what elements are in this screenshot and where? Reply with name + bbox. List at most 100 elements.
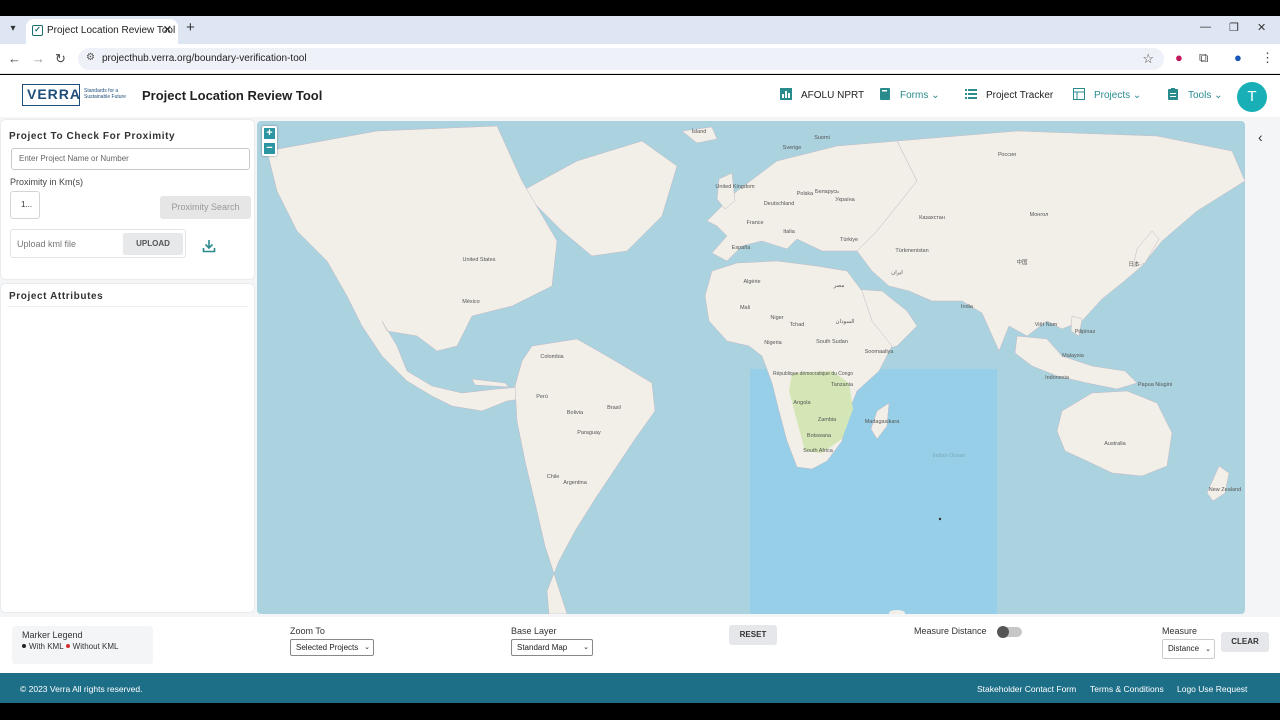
- map-label-nigeria: Nigeria: [764, 340, 782, 346]
- map-label-iceland: Ísland: [692, 128, 707, 135]
- proximity-select[interactable]: 1...: [10, 191, 40, 219]
- proximity-panel-title: Project To Check For Proximity: [9, 131, 176, 142]
- clear-button[interactable]: CLEAR: [1221, 632, 1269, 652]
- marker-legend: Marker Legend With KML Without KML: [12, 626, 153, 664]
- nav-tools[interactable]: Tools ⌄: [1167, 88, 1223, 101]
- zoom-in-button[interactable]: +: [264, 128, 275, 139]
- map-label-france: France: [746, 220, 763, 226]
- map-label-malaysia: Malaysia: [1062, 353, 1085, 359]
- map-label-ukraina: Україна: [835, 197, 855, 203]
- map-canvas[interactable]: Ísland Sverige Suomi Россия United Kingd…: [257, 121, 1245, 614]
- footer-link-stakeholder[interactable]: Stakeholder Contact Form: [977, 684, 1076, 694]
- zoom-to-value: Selected Projects: [296, 643, 359, 652]
- reload-icon[interactable]: ↻: [55, 51, 66, 67]
- map-label-png: Papua Niugini: [1138, 382, 1172, 388]
- grid-icon: [1073, 88, 1085, 100]
- map-label-brasil: Brasil: [607, 405, 621, 411]
- profile-icon[interactable]: ●: [1234, 50, 1242, 65]
- map-label-espana: España: [732, 245, 752, 251]
- letterbox-bottom: [0, 703, 1280, 720]
- chevron-down-icon: ⌄: [583, 644, 589, 651]
- divider: [7, 306, 248, 307]
- menu-kebab-icon[interactable]: ⋮: [1261, 50, 1274, 66]
- upload-button[interactable]: UPLOAD: [123, 233, 183, 255]
- footer-link-terms[interactable]: Terms & Conditions: [1090, 684, 1164, 694]
- attributes-panel-title: Project Attributes: [9, 291, 104, 302]
- nav-project-tracker[interactable]: Project Tracker: [965, 88, 1053, 101]
- screen: ▾ ✓ Project Location Review Tool ✕ + — ❐…: [0, 0, 1280, 720]
- map-label-mali: Mali: [740, 305, 750, 311]
- map-label-belarus: Беларусь: [815, 189, 839, 195]
- kml-upload-field[interactable]: Upload kml file UPLOAD: [10, 229, 186, 258]
- proximity-search-button[interactable]: Proximity Search: [160, 196, 251, 219]
- close-tab-icon[interactable]: ✕: [163, 23, 172, 36]
- verra-logo[interactable]: VERRA: [22, 84, 80, 106]
- nav-afolu-label: AFOLU NPRT: [801, 90, 865, 101]
- base-layer-label: Base Layer: [511, 626, 557, 636]
- legend-items: With KML Without KML: [22, 642, 118, 651]
- nav-projects[interactable]: Projects ⌄: [1073, 88, 1141, 101]
- site-info-icon[interactable]: ⚙: [86, 52, 95, 63]
- map-label-iran: ایران: [891, 269, 903, 276]
- chevron-down-icon: ⌄: [931, 90, 940, 101]
- bookmark-star-icon[interactable]: ☆: [1142, 51, 1154, 67]
- nav-forms[interactable]: Forms ⌄: [879, 88, 940, 101]
- nav-projects-label: Projects: [1094, 90, 1131, 101]
- map-label-suomi: Suomi: [814, 135, 830, 141]
- map-label-vietnam: Việt Nam: [1035, 322, 1058, 328]
- map-label-turkmenistan: Türkmenistan: [895, 248, 928, 254]
- new-tab-icon[interactable]: +: [186, 19, 195, 36]
- toggle-knob: [997, 626, 1009, 638]
- maximize-icon[interactable]: ❐: [1229, 21, 1239, 34]
- extensions-puzzle-icon[interactable]: ⧉: [1199, 50, 1208, 66]
- close-window-icon[interactable]: ✕: [1257, 21, 1266, 34]
- map-marker[interactable]: [938, 517, 942, 521]
- chevron-down-icon: ⌄: [364, 644, 370, 651]
- map-label-turkiye: Türkiye: [840, 237, 858, 243]
- project-search-input[interactable]: Enter Project Name or Number: [11, 148, 250, 170]
- zoom-out-button[interactable]: −: [264, 143, 275, 154]
- list-icon: [965, 89, 977, 99]
- map-label-sverige: Sverige: [783, 145, 802, 151]
- logo-tagline: Standards for a Sustainable Future: [84, 88, 126, 100]
- extension-icon[interactable]: ●: [1175, 50, 1183, 65]
- map-label-sudan: السودان: [836, 318, 855, 325]
- map-label-rossiya: Россия: [998, 152, 1016, 158]
- back-icon[interactable]: ←: [8, 51, 21, 66]
- browser-tab[interactable]: ✓ Project Location Review Tool ✕: [26, 19, 178, 44]
- nav-afolu[interactable]: AFOLU NPRT: [780, 88, 864, 101]
- land-se-asia: [1014, 335, 1138, 390]
- measure-select[interactable]: Distance ⌄: [1162, 639, 1215, 659]
- map-label-kazakhstan: Казахстан: [919, 215, 945, 221]
- url-text: projecthub.verra.org/boundary-verificati…: [102, 53, 307, 64]
- map-label-paraguay: Paraguay: [577, 430, 601, 436]
- world-map[interactable]: Ísland Sverige Suomi Россия United Kingd…: [257, 121, 1245, 614]
- download-icon[interactable]: [202, 239, 216, 253]
- base-layer-select[interactable]: Standard Map ⌄: [511, 639, 593, 656]
- measure-distance-toggle[interactable]: [997, 626, 1022, 638]
- chevron-down-icon: ⌄: [1132, 90, 1142, 101]
- footer-copyright: © 2023 Verra All rights reserved.: [20, 684, 143, 694]
- map-label-mongolia: Монгол: [1030, 212, 1049, 218]
- map-label-colombia: Colombia: [540, 354, 564, 360]
- tab-list-icon[interactable]: ▾: [6, 22, 20, 36]
- address-bar[interactable]: ⚙ projecthub.verra.org/boundary-verifica…: [78, 48, 1164, 70]
- zoom-to-select[interactable]: Selected Projects ⌄: [290, 639, 374, 656]
- land-caribbean: [471, 378, 510, 388]
- map-label-indian-ocean: Indian Ocean: [933, 453, 966, 459]
- user-avatar[interactable]: T: [1237, 82, 1267, 112]
- reset-button[interactable]: RESET: [729, 625, 777, 645]
- map-label-peru: Perú: [536, 394, 548, 400]
- book-icon: [880, 88, 890, 100]
- page-title: Project Location Review Tool: [142, 88, 323, 103]
- footer-link-logo-use[interactable]: Logo Use Request: [1177, 684, 1247, 694]
- footer: © 2023 Verra All rights reserved. Stakeh…: [0, 673, 1280, 703]
- chevron-left-icon[interactable]: ‹: [1258, 129, 1263, 145]
- map-label-botswana: Botswana: [807, 433, 832, 439]
- map-label-italia: Italia: [783, 229, 796, 235]
- land-south-america: [514, 338, 656, 614]
- main-area: Project To Check For Proximity Enter Pro…: [0, 117, 1280, 673]
- minimize-icon[interactable]: —: [1200, 21, 1211, 33]
- forward-icon[interactable]: →: [32, 51, 45, 66]
- map-label-deutschland: Deutschland: [764, 201, 795, 207]
